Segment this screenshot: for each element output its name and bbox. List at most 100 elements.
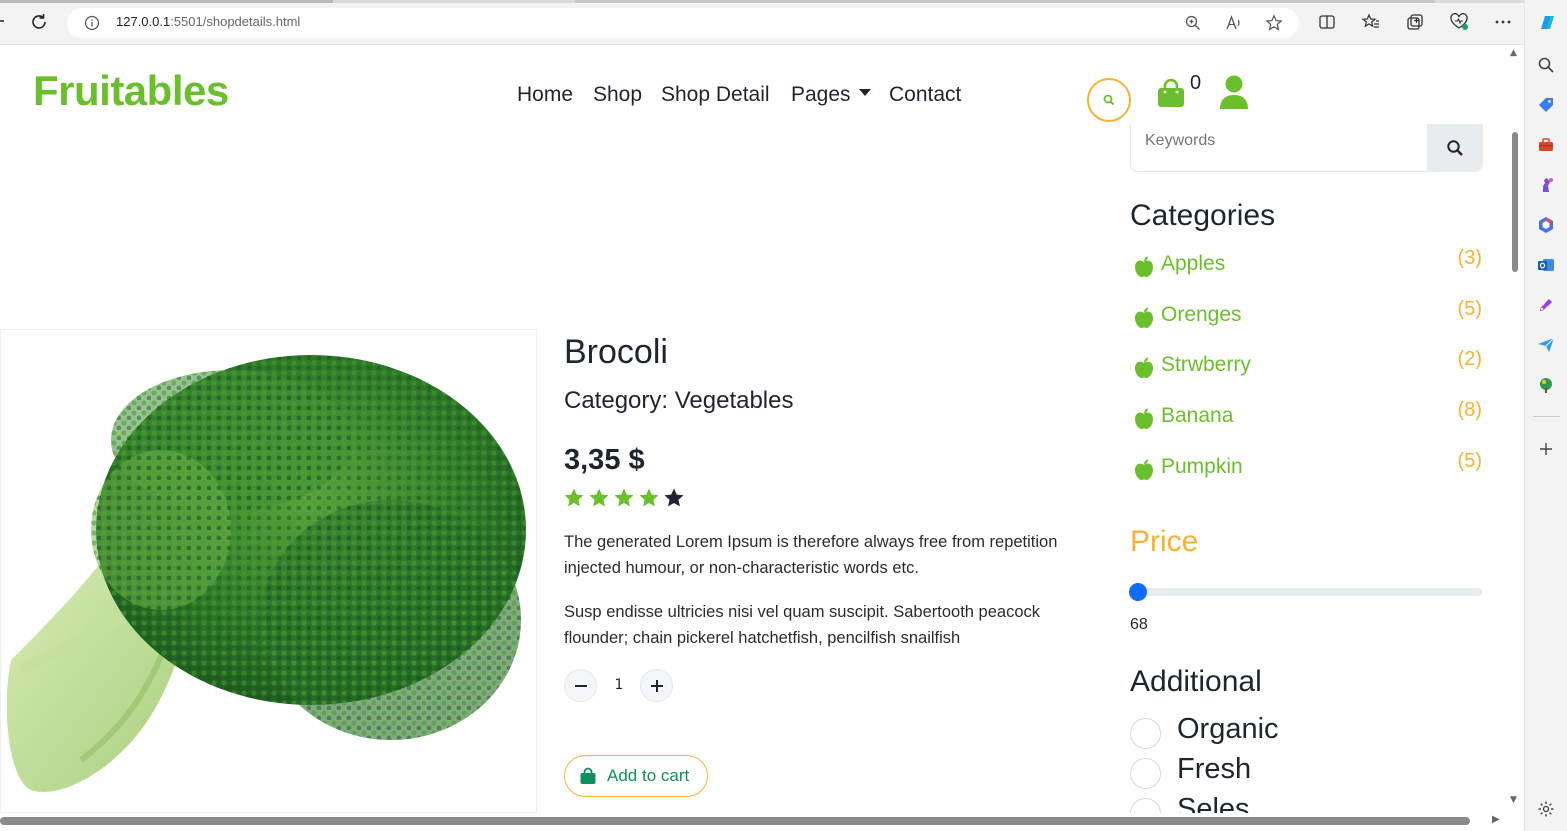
category-name: Pumpkin (1161, 454, 1243, 478)
brand-logo[interactable]: Fruitables (33, 67, 229, 115)
option-label: Organic (1177, 713, 1279, 745)
add-to-cart-button[interactable]: Add to cart (564, 755, 708, 797)
shopping-bag-icon (580, 767, 596, 784)
category-item[interactable]: Banana (8) (1134, 399, 1482, 437)
inactive-tab-indicator[interactable] (575, 0, 1435, 3)
plus-icon (650, 679, 663, 692)
favorite-star-icon[interactable] (1265, 14, 1283, 32)
horizontal-scrollbar[interactable]: ▶ (0, 813, 1523, 831)
price-range-value: 68 (1130, 616, 1148, 633)
quantity-decrease-button[interactable] (564, 669, 597, 702)
refresh-icon[interactable] (28, 11, 50, 33)
vertical-scroll-thumb[interactable] (1512, 132, 1518, 272)
microsoft-365-icon[interactable] (1537, 216, 1555, 234)
nav-shop-detail[interactable]: Shop Detail (661, 83, 770, 107)
price-title: Price (1130, 525, 1199, 558)
keyword-search-button[interactable] (1427, 124, 1483, 172)
tools-icon[interactable] (1537, 136, 1555, 154)
category-count: (5) (1457, 297, 1482, 320)
category-item[interactable]: Orenges (5) (1134, 298, 1482, 336)
read-aloud-icon[interactable] (1225, 14, 1243, 32)
scroll-up-arrow-icon[interactable]: ▲ (1510, 48, 1517, 58)
add-sidebar-app-icon[interactable] (1537, 440, 1555, 458)
collections-icon[interactable] (1405, 12, 1425, 32)
shopping-tag-icon[interactable] (1537, 96, 1555, 114)
star-filled-icon (614, 488, 634, 507)
product-category: Category: Vegetables (564, 387, 794, 414)
product-price: 3,35 $ (564, 444, 645, 476)
star-filled-icon (639, 488, 659, 507)
option-label: Seles (1177, 793, 1250, 813)
categories-title: Categories (1130, 199, 1276, 232)
cart-count-badge: 0 (1190, 72, 1202, 94)
sidebar-settings-gear-icon[interactable] (1537, 800, 1555, 818)
nav-pages-dropdown[interactable]: Pages (791, 83, 871, 107)
search-toggle-button[interactable] (1087, 78, 1131, 122)
radio-button[interactable] (1130, 758, 1161, 789)
additional-title: Additional (1130, 665, 1262, 698)
product-rating (563, 487, 685, 509)
back-arrow-icon[interactable] (0, 12, 12, 32)
category-name: Strwberry (1161, 353, 1251, 377)
radio-button[interactable] (1130, 798, 1161, 813)
keyword-search-input[interactable] (1145, 132, 1415, 150)
scroll-down-arrow-icon[interactable]: ▼ (1510, 795, 1517, 805)
add-to-cart-label: Add to cart (607, 766, 690, 785)
url-host: 127.0.0.1 (116, 14, 171, 29)
nav-contact[interactable]: Contact (889, 83, 961, 107)
category-name: Orenges (1161, 302, 1242, 326)
product-description-2: Susp endisse ultricies nisi vel quam sus… (564, 603, 1040, 647)
quantity-value[interactable]: 1 (612, 677, 626, 693)
scroll-right-arrow-icon[interactable]: ▶ (1492, 814, 1500, 825)
search-icon (1103, 94, 1115, 106)
keyword-search-group (1130, 124, 1483, 172)
vertical-scrollbar[interactable]: ▲ ▼ (1506, 45, 1523, 815)
send-icon[interactable] (1537, 336, 1555, 354)
more-menu-icon[interactable] (1493, 12, 1513, 32)
category-item[interactable]: Strwberry (2) (1134, 348, 1482, 386)
minus-icon (574, 684, 587, 687)
price-range-track[interactable] (1130, 588, 1482, 596)
user-account-icon[interactable] (1218, 75, 1250, 109)
quantity-increase-button[interactable] (640, 669, 673, 702)
apple-icon (1135, 408, 1153, 430)
product-name: Brocoli (564, 333, 668, 371)
zoom-icon[interactable] (1184, 14, 1202, 32)
category-item[interactable]: Apples (3) (1134, 247, 1482, 285)
broccoli-illustration (6, 355, 526, 792)
site-info-icon[interactable] (84, 15, 100, 31)
category-count: (8) (1457, 399, 1482, 422)
category-name: Apples (1161, 252, 1226, 275)
url-path: :5501/shopdetails.html (170, 14, 301, 29)
nav-shop[interactable]: Shop (593, 83, 642, 107)
apple-icon (1135, 357, 1153, 379)
active-tab-indicator[interactable] (0, 0, 333, 3)
price-range-thumb[interactable] (1129, 583, 1147, 601)
sidebar-separator (1533, 416, 1560, 417)
caret-down-icon (858, 88, 871, 96)
browser-essentials-icon[interactable] (1449, 12, 1469, 32)
nav-home[interactable]: Home (517, 83, 573, 107)
product-description-1: The generated Lorem Ipsum is therefore a… (564, 533, 1058, 577)
horizontal-scroll-thumb[interactable] (0, 817, 1470, 825)
url-text[interactable]: 127.0.0.1:5501/shopdetails.html (116, 14, 300, 29)
star-filled-icon (589, 488, 609, 507)
games-icon[interactable] (1537, 176, 1555, 194)
search-sidebar-icon[interactable] (1537, 56, 1555, 74)
shopping-bag-icon[interactable] (1156, 78, 1186, 108)
tree-icon[interactable] (1537, 376, 1555, 394)
favorites-icon[interactable] (1361, 12, 1381, 32)
radio-button[interactable] (1130, 718, 1161, 749)
apple-icon (1135, 256, 1153, 277)
address-bar[interactable]: 127.0.0.1:5501/shopdetails.html (67, 8, 1299, 38)
page-viewport: Fruitables Home Shop Shop Detail Pages C… (0, 45, 1506, 813)
designer-icon[interactable] (1537, 296, 1555, 314)
copilot-icon[interactable] (1537, 13, 1555, 31)
browser-toolbar: 127.0.0.1:5501/shopdetails.html (0, 0, 1567, 45)
outlook-icon[interactable] (1537, 256, 1555, 274)
split-screen-icon[interactable] (1317, 12, 1337, 32)
nav-pages-label: Pages (791, 83, 851, 106)
category-count: (2) (1457, 348, 1482, 371)
apple-icon (1135, 459, 1153, 480)
category-item[interactable]: Pumpkin (5) (1134, 450, 1482, 488)
